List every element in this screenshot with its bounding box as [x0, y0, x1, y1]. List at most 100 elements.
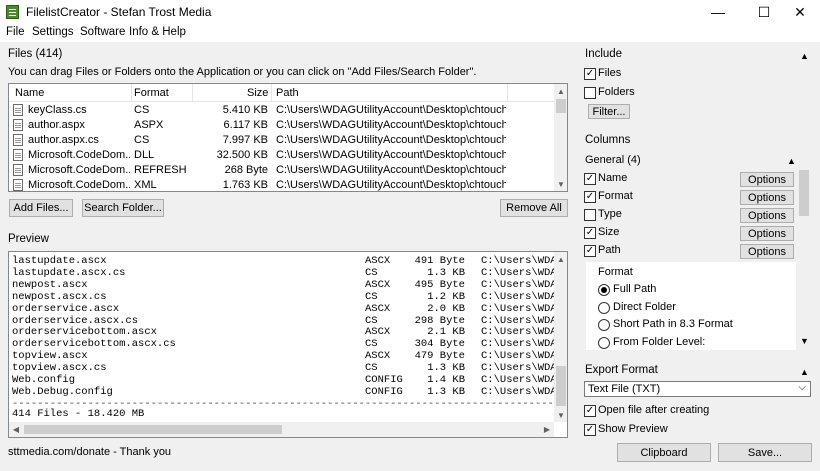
- column-checkbox[interactable]: ✓: [584, 173, 596, 185]
- export-format-select[interactable]: Text File (TXT) ⌵: [584, 381, 811, 397]
- radio-button[interactable]: [598, 336, 610, 349]
- preview-hscroll[interactable]: ◀ ▶: [9, 422, 554, 437]
- menu-file[interactable]: File: [6, 26, 25, 38]
- file-list-scrollbar[interactable]: ▲ ▼: [554, 84, 567, 191]
- scroll-down-arrow-icon[interactable]: ▼: [554, 408, 567, 422]
- column-options-button[interactable]: Options: [740, 208, 794, 223]
- file-path: C:\Users\WDAGUtilityAccount\Desktop\chto…: [276, 164, 506, 176]
- file-list[interactable]: Name Format Size Path keyClass.cs CS 5.410…: [8, 83, 568, 192]
- preview-name: orderservice.ascx.cs: [12, 314, 139, 327]
- save-button[interactable]: Save...: [718, 443, 812, 462]
- maximize-button[interactable]: ☐: [744, 0, 784, 24]
- column-header-format[interactable]: Format: [134, 87, 169, 99]
- column-label[interactable]: Size: [598, 226, 619, 238]
- remove-all-button[interactable]: Remove All: [500, 199, 568, 217]
- file-icon: [13, 119, 23, 131]
- chevron-down-icon[interactable]: ⌵: [798, 382, 806, 393]
- preview-size: 298 Byte: [414, 314, 465, 327]
- scroll-thumb[interactable]: [556, 99, 566, 113]
- include-folders-checkbox[interactable]: [584, 87, 596, 99]
- column-header-size[interactable]: Size: [247, 87, 268, 99]
- open-after-label[interactable]: Open file after creating: [598, 404, 709, 416]
- column-separator[interactable]: [131, 84, 132, 102]
- radio-button[interactable]: [598, 284, 610, 296]
- clipboard-button[interactable]: Clipboard: [617, 443, 711, 462]
- preview-path: C:\Users\WDAG: [481, 302, 563, 315]
- menu-info-help[interactable]: Info & Help: [129, 26, 186, 38]
- file-icon: [13, 164, 23, 176]
- file-row[interactable]: author.aspx ASPX 6.117 KB C:\Users\WDAGUtil…: [9, 118, 554, 133]
- scroll-thumb[interactable]: [24, 425, 282, 434]
- scroll-up-arrow-icon[interactable]: ▲: [554, 84, 567, 98]
- collapse-include-icon[interactable]: ▲: [800, 51, 809, 61]
- include-folders-label[interactable]: Folders: [598, 86, 635, 98]
- preview-box[interactable]: lastupdate.ascx ASCX 491 Byte C:\Users\WDAG…: [8, 251, 568, 438]
- file-row[interactable]: Microsoft.CodeDom... XML 1.763 KB C:\Users\…: [9, 178, 554, 191]
- preview-vscroll[interactable]: ▲ ▼: [554, 252, 567, 422]
- column-checkbox[interactable]: [584, 209, 596, 221]
- search-folder-button[interactable]: Search Folder...: [82, 199, 164, 217]
- file-row[interactable]: keyClass.cs CS 5.410 KB C:\Users\WDAGUtilit…: [9, 103, 554, 118]
- column-checkbox[interactable]: ✓: [584, 245, 596, 257]
- column-separator[interactable]: [507, 84, 508, 102]
- add-files-button[interactable]: Add Files...: [9, 199, 73, 217]
- file-name: Microsoft.CodeDom...: [28, 179, 130, 191]
- file-row[interactable]: Microsoft.CodeDom... DLL 32.500 KB C:\Users…: [9, 148, 554, 163]
- filter-button[interactable]: Filter...: [588, 104, 630, 119]
- preview-format: ASCX: [365, 255, 391, 267]
- file-size: 1.763 KB: [222, 179, 268, 191]
- format-option-label[interactable]: Short Path in 8.3 Format: [613, 318, 733, 330]
- preview-format: CS: [365, 362, 378, 375]
- collapse-export-icon[interactable]: ▲: [800, 367, 809, 377]
- preview-format: CS: [365, 314, 378, 327]
- column-separator[interactable]: [271, 84, 272, 102]
- preview-name: newpost.ascx.cs: [12, 290, 107, 303]
- columns-scrollbar[interactable]: ▼: [797, 168, 811, 350]
- scroll-up-arrow-icon[interactable]: ▲: [554, 252, 567, 266]
- column-header-path[interactable]: Path: [276, 87, 299, 99]
- collapse-general-icon[interactable]: ▲: [787, 156, 796, 166]
- close-button[interactable]: ✕: [780, 0, 820, 24]
- scroll-down-arrow-icon[interactable]: ▼: [800, 336, 809, 346]
- format-option-label[interactable]: From Folder Level:: [613, 336, 705, 348]
- format-option-label[interactable]: Direct Folder: [613, 301, 676, 313]
- radio-button[interactable]: [598, 301, 610, 314]
- scroll-right-arrow-icon[interactable]: ▶: [540, 422, 554, 436]
- column-options-button[interactable]: Options: [740, 172, 794, 187]
- column-options-button[interactable]: Options: [740, 226, 794, 241]
- preview-format: CONFIG: [365, 374, 403, 386]
- menu-software[interactable]: Software: [80, 26, 125, 38]
- preview-format: ASCX: [365, 350, 391, 363]
- include-files-label[interactable]: Files: [598, 67, 621, 79]
- column-separator[interactable]: [192, 84, 193, 102]
- file-row[interactable]: Microsoft.CodeDom... REFRESH 268 Byte C:\Us…: [9, 163, 554, 178]
- minimize-button[interactable]: —: [698, 0, 738, 24]
- preview-size: 1.3 KB: [427, 362, 465, 375]
- column-checkbox[interactable]: ✓: [584, 191, 596, 203]
- preview-path: C:\Users\WDAG: [481, 385, 563, 398]
- column-header-name[interactable]: Name: [15, 87, 44, 99]
- include-files-checkbox[interactable]: ✓: [584, 68, 596, 80]
- preview-path: C:\Users\WDAG: [481, 314, 563, 327]
- column-options-button[interactable]: Options: [740, 190, 794, 205]
- menu-settings[interactable]: Settings: [32, 26, 74, 38]
- radio-button[interactable]: [598, 319, 610, 331]
- preview-size: 304 Byte: [414, 338, 465, 351]
- scroll-thumb[interactable]: [556, 366, 566, 406]
- format-option-label[interactable]: Full Path: [613, 283, 656, 295]
- column-options-button[interactable]: Options: [740, 244, 794, 259]
- scroll-down-arrow-icon[interactable]: ▼: [554, 177, 567, 191]
- open-after-checkbox[interactable]: ✓: [584, 405, 596, 417]
- file-row[interactable]: author.aspx.cs CS 7.997 KB C:\Users\WDAGUti…: [9, 133, 554, 148]
- column-checkbox[interactable]: ✓: [584, 227, 596, 239]
- show-preview-checkbox[interactable]: ✓: [584, 424, 596, 436]
- column-label[interactable]: Name: [598, 172, 627, 184]
- scroll-left-arrow-icon[interactable]: ◀: [9, 422, 23, 436]
- column-label[interactable]: Format: [598, 190, 633, 202]
- scroll-thumb[interactable]: [799, 170, 809, 216]
- status-text[interactable]: sttmedia.com/donate - Thank you: [8, 446, 171, 458]
- column-label[interactable]: Path: [598, 244, 621, 256]
- format-heading: Format: [598, 266, 633, 278]
- column-label[interactable]: Type: [598, 208, 622, 220]
- show-preview-label[interactable]: Show Preview: [598, 423, 668, 435]
